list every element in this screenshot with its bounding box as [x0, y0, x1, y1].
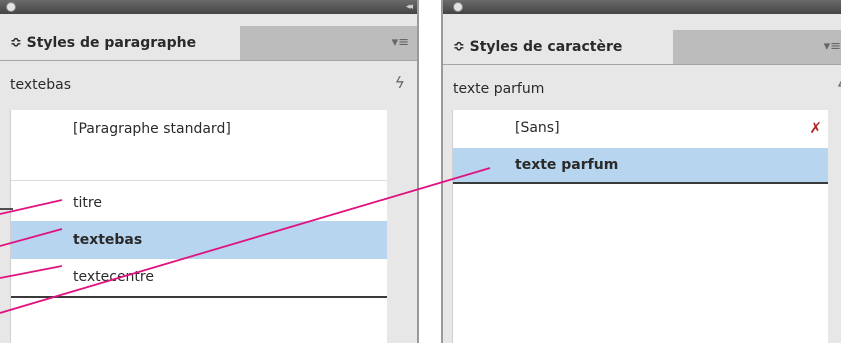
list-item-selected[interactable]: textebas: [11, 221, 387, 259]
cannot-edit-icon: ✗: [809, 119, 822, 137]
paragraph-styles-panel: ◂◂ ≎ Styles de paragraphe ▾≡ textebas ϟ …: [0, 0, 419, 343]
close-panel-button[interactable]: [6, 2, 16, 12]
panel-titlebar[interactable]: ◂◂: [0, 0, 417, 14]
list-item-selected[interactable]: texte parfum: [453, 148, 828, 182]
list-item-label: [Sans]: [515, 120, 560, 136]
list-item[interactable]: titre: [11, 186, 387, 220]
paragraph-style-list: [Paragraphe standard] titre textebas tex…: [10, 110, 387, 343]
style-group-divider: [453, 182, 828, 184]
list-item[interactable]: textecentre: [11, 260, 387, 294]
divider: [11, 180, 387, 181]
current-paragraph-style: textebas ϟ: [0, 62, 417, 108]
current-character-style: texte parfum ϟ: [443, 66, 841, 112]
lightning-icon[interactable]: ϟ: [836, 78, 841, 96]
lightning-icon[interactable]: ϟ: [394, 74, 405, 92]
list-item[interactable]: [Sans] ✗: [453, 112, 828, 144]
list-item[interactable]: [Paragraphe standard]: [11, 116, 387, 142]
panel-titlebar[interactable]: [443, 0, 841, 14]
panel-tab-row: ≎ Styles de paragraphe ▾≡: [0, 26, 417, 61]
tab-paragraph-styles[interactable]: ≎ Styles de paragraphe: [0, 26, 240, 60]
character-style-list: [Sans] ✗ texte parfum: [452, 110, 828, 343]
tab-character-styles[interactable]: ≎ Styles de caractère: [443, 30, 673, 64]
current-style-label: texte parfum: [453, 81, 545, 97]
current-style-label: textebas: [10, 77, 72, 93]
panel-menu-icon[interactable]: ▾≡: [392, 26, 409, 60]
character-styles-panel: ≎ Styles de caractère ▾≡ texte parfum ϟ …: [441, 0, 841, 343]
style-group-divider: [11, 296, 387, 298]
panel-tab-row: ≎ Styles de caractère ▾≡: [443, 30, 841, 65]
panel-menu-icon[interactable]: ▾≡: [824, 30, 841, 64]
collapse-arrows-icon[interactable]: ◂◂: [406, 0, 413, 14]
close-panel-button[interactable]: [453, 2, 463, 12]
